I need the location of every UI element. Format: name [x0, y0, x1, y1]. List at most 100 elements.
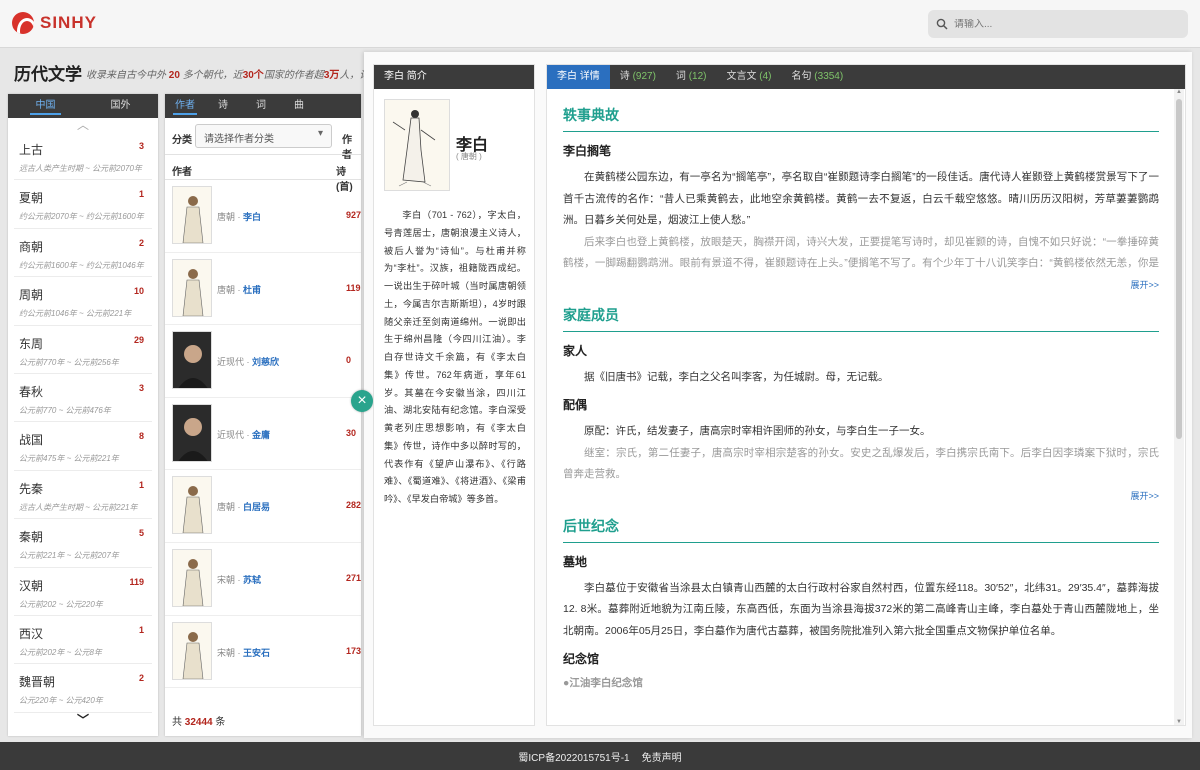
author-name[interactable]: 李白: [243, 212, 261, 222]
author-name[interactable]: 白居易: [243, 502, 270, 512]
dynasty-item[interactable]: 商朝 2 约公元前1600年 ~ 约公元前1046年: [14, 229, 152, 278]
scroll-down-icon[interactable]: ▼: [1176, 719, 1182, 725]
dynasty-count: 1: [138, 189, 144, 200]
tab-china[interactable]: 中国: [8, 94, 83, 118]
section-anecdotes-title: 轶事典故: [563, 93, 1159, 132]
author-total: 共 32444 条: [172, 717, 226, 728]
dynasty-range: 公元前221年 ~ 公元前207年: [19, 551, 119, 561]
dynasty-tabs: 中国 国外: [8, 94, 158, 118]
expand-link[interactable]: 展开>>: [563, 278, 1159, 291]
family-paragraph: 据《旧唐书》记载，李白之父名叫李客，为任城尉。母，无记载。: [584, 370, 889, 383]
tab-authors[interactable]: 作者: [167, 94, 203, 118]
dynasty-range: 约公元前2070年 ~ 约公元前1600年: [19, 212, 144, 222]
dynasty-range: 公元220年 ~ 公元420年: [19, 696, 103, 706]
author-name[interactable]: 刘慈欣: [252, 357, 279, 367]
dynasty-item[interactable]: 夏朝 1 约公元前2070年 ~ 约公元前1600年: [14, 180, 152, 229]
author-avatar: [172, 186, 212, 244]
author-dynasty: 宋朝 · 苏轼: [217, 574, 262, 585]
author-panel: 作者 诗 词 曲 分类 请选择作者分类 作者 作者诗(首) 唐朝 · 李白 927…: [165, 94, 361, 736]
chevron-down-icon[interactable]: ﹀: [8, 713, 158, 727]
dynasty-range: 公元前770年 ~ 公元前256年: [19, 357, 119, 367]
dynasty-name: 汉朝: [19, 578, 44, 593]
detail-tab[interactable]: 名句 (3354): [782, 65, 854, 89]
detail-tab[interactable]: 文言文 (4): [717, 65, 782, 89]
memorial-item: ●江油李白纪念馆: [563, 677, 643, 690]
dynasty-range: 公元前475年 ~ 公元前221年: [19, 454, 119, 464]
author-dynasty: 宋朝 · 王安石: [217, 647, 271, 658]
search-box[interactable]: [928, 10, 1188, 38]
dynasty-item[interactable]: 西汉 1 公元前202年 ~ 公元8年: [14, 616, 152, 665]
dynasty-name: 上古: [19, 143, 44, 157]
author-avatar: [172, 403, 212, 462]
author-row[interactable]: 唐朝 · 李白 927: [165, 180, 361, 253]
author-row[interactable]: 近现代 · 金庸 30: [165, 398, 361, 471]
section-family-title: 家庭成员: [563, 293, 1159, 332]
detail-tab[interactable]: 诗 (927): [610, 65, 666, 89]
author-name[interactable]: 杜甫: [243, 285, 261, 295]
detail-tab[interactable]: 词 (12): [666, 65, 717, 89]
family-subtitle: 家人: [563, 343, 588, 358]
search-input[interactable]: [954, 18, 1164, 30]
author-avatar: [172, 258, 212, 317]
dynasty-item[interactable]: 战国 8 公元前475年 ~ 公元前221年: [14, 422, 152, 471]
tomb-subtitle: 墓地: [563, 554, 588, 569]
dynasty-item[interactable]: 东周 29 公元前770年 ~ 公元前256年: [14, 326, 152, 374]
author-row[interactable]: 宋朝 · 苏轼 271: [165, 543, 361, 616]
col-author: 作者: [172, 167, 192, 178]
author-poem-count: 0: [346, 355, 352, 366]
category-select[interactable]: 请选择作者分类: [195, 124, 332, 148]
disclaimer-link[interactable]: 免责声明: [642, 749, 682, 764]
logo[interactable]: SINHY: [12, 12, 97, 34]
expand-link-2[interactable]: 展开>>: [563, 489, 1159, 502]
author-row[interactable]: 唐朝 · 杜甫 119: [165, 253, 361, 326]
filter-bar: 分类 请选择作者分类 作者: [165, 118, 361, 161]
author-row[interactable]: 唐朝 · 白居易 282: [165, 470, 361, 543]
author-poem-count: 927: [346, 210, 361, 220]
author-poem-count: 271: [346, 572, 361, 583]
tab-qu[interactable]: 曲: [281, 94, 317, 118]
footer: 蜀ICP备2022015751号-1 免责声明: [0, 742, 1200, 770]
icp-link[interactable]: 蜀ICP备2022015751号-1: [518, 749, 629, 764]
scroll-up-icon[interactable]: ▲: [1176, 89, 1182, 95]
author-dynasty: 近现代 · 刘慈欣: [217, 357, 280, 368]
anecdote-paragraph-faded: 后来李白也登上黄鹤楼，放眼楚天，胸襟开阔，诗兴大发，正要提笔写诗时，却见崔颢的诗…: [563, 235, 1159, 270]
filter-label: 分类: [172, 135, 192, 146]
dynasty-item[interactable]: 秦朝 5 公元前221年 ~ 公元前207年: [14, 519, 152, 568]
author-row[interactable]: 宋朝 · 王安石 173: [165, 616, 361, 689]
tab-ci[interactable]: 词: [243, 94, 279, 118]
detail-body: 轶事典故 李白搁笔 在黄鹤楼公园东边，有一亭名为“搁笔亭”，亭名取自“崔颢题诗李…: [547, 89, 1185, 690]
dynasty-count: 2: [138, 673, 144, 684]
author-dynasty: 唐朝 · 李白: [217, 212, 262, 222]
author-name[interactable]: 苏轼: [243, 575, 261, 585]
detail-tab[interactable]: 李白 详情: [547, 65, 610, 89]
intro-dynasty: ( 唐朝 ): [456, 152, 482, 161]
spouse-subtitle: 配偶: [563, 398, 588, 413]
dynasty-item[interactable]: 魏晋朝 2 公元220年 ~ 公元420年: [14, 664, 152, 713]
chevron-up-icon[interactable]: ︿: [8, 118, 158, 132]
section-memorial-title: 后世纪念: [563, 504, 1159, 543]
tab-foreign[interactable]: 国外: [83, 94, 158, 118]
dynasty-item[interactable]: 上古 3 远古人类产生时期 ~ 公元前2070年: [14, 132, 152, 181]
dynasty-item[interactable]: 汉朝 119 公元前202 ~ 公元220年: [14, 568, 152, 616]
dynasty-item[interactable]: 春秋 3 公元前770 ~ 公元前476年: [14, 374, 152, 423]
author-name[interactable]: 金庸: [252, 430, 270, 440]
author-avatar: [172, 331, 212, 390]
tab-shi[interactable]: 诗: [205, 94, 241, 118]
author-avatar: [172, 621, 212, 680]
dynasty-list: 上古 3 远古人类产生时期 ~ 公元前2070年 夏朝 1 约公元前2070年 ~ 约公元…: [8, 132, 158, 713]
close-icon[interactable]: ×: [351, 390, 373, 412]
dynasty-range: 远古人类产生时期 ~ 公元前221年: [19, 502, 138, 512]
author-row[interactable]: 近现代 · 刘慈欣 0: [165, 325, 361, 398]
dynasty-name: 商朝: [19, 239, 44, 254]
page-description: 收录来自古今中外 20 多个朝代，近30个国家的作者超3万人，诗、: [86, 70, 380, 81]
dynasty-name: 周朝: [19, 288, 44, 303]
dynasty-name: 东周: [19, 336, 44, 351]
dynasty-range: 公元前770 ~ 公元前476年: [19, 405, 111, 415]
dynasty-item[interactable]: 先秦 1 远古人类产生时期 ~ 公元前221年: [14, 471, 152, 520]
scrollbar[interactable]: ▲ ▼: [1174, 89, 1184, 725]
author-name[interactable]: 王安石: [243, 648, 270, 658]
spouse-paragraph-faded: 继室：宗氏，第二任妻子，唐高宗时宰相宗楚客的孙女。安史之乱爆发后，李白携宗氏南下…: [563, 446, 1159, 481]
dynasty-item[interactable]: 周朝 10 约公元前1046年 ~ 公元前221年: [14, 277, 152, 326]
scroll-thumb[interactable]: [1176, 99, 1182, 439]
anecdote-paragraph: 在黄鹤楼公园东边，有一亭名为“搁笔亭”，亭名取自“崔颢题诗李白搁笔”的一段佳话。…: [563, 171, 1159, 227]
